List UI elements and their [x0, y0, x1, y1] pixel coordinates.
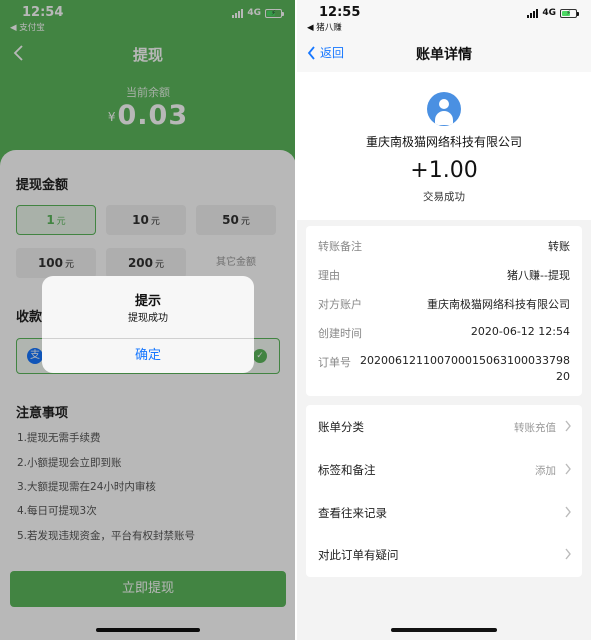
- status-time: 12:55: [319, 5, 361, 20]
- menu-label: 对此订单有疑问: [318, 548, 399, 562]
- menu-label: 查看往来记录: [318, 506, 387, 520]
- bill-actions-card: 账单分类 转账充值 标签和备注 添加 查看往来记录 对此订单有疑问: [306, 405, 582, 577]
- status-bar: 12:55 ◀ 猪八赚 4G ⚡: [297, 0, 591, 34]
- detail-value: 转账: [548, 240, 570, 253]
- chevron-right-icon: [565, 463, 571, 475]
- chevron-right-icon: [565, 420, 571, 432]
- detail-label: 订单号: [318, 356, 351, 369]
- withdraw-screen: 12:54 ◀ 支付宝 4G ⚡ 提现 当前余额 ¥0.03 提现金额 1元 1…: [0, 0, 296, 640]
- order-number: 2020061211007000150631000337​9820: [360, 354, 570, 383]
- status-indicators: 4G ⚡: [527, 8, 579, 18]
- menu-value: 转账充值: [514, 422, 556, 434]
- transaction-amount: +1.00: [410, 158, 478, 183]
- detail-label: 转账备注: [318, 240, 362, 253]
- detail-value: 猪八赚--提现: [507, 269, 570, 282]
- detail-label: 对方账户: [318, 298, 362, 311]
- dialog-title: 提示: [134, 294, 161, 309]
- chevron-right-icon: [565, 548, 571, 560]
- page-title: 账单详情: [416, 47, 472, 63]
- menu-item-category[interactable]: 账单分类 转账充值: [306, 405, 582, 447]
- menu-item-tags-notes[interactable]: 标签和备注 添加: [306, 448, 582, 490]
- signal-icon: [527, 8, 539, 18]
- counterparty-name: 重庆南极猫网络科技有限公司: [365, 135, 522, 149]
- status-back-app[interactable]: ◀ 猪八赚: [307, 21, 342, 33]
- menu-item-history[interactable]: 查看往来记录: [306, 491, 582, 533]
- chevron-right-icon: [565, 506, 571, 518]
- menu-label: 账单分类: [318, 420, 364, 434]
- user-avatar-icon: [427, 92, 461, 126]
- transaction-status: 交易成功: [423, 191, 465, 203]
- dialog-confirm-button[interactable]: 确定: [42, 339, 254, 373]
- nav-bar: 返回 账单详情: [297, 34, 591, 72]
- detail-label: 创建时间: [318, 327, 362, 340]
- detail-value: 2020-06-12 12:54: [470, 325, 570, 338]
- home-indicator[interactable]: [391, 628, 497, 632]
- dialog-message: 提现成功: [128, 313, 168, 324]
- network-label: 4G: [542, 8, 556, 18]
- detail-value: 重庆南极猫网络科技有限公司: [427, 298, 570, 311]
- bill-details-card: 转账备注 转账 理由 猪八赚--提现 对方账户 重庆南极猫网络科技有限公司 创建…: [306, 226, 582, 396]
- detail-label: 理由: [318, 269, 340, 282]
- menu-item-question[interactable]: 对此订单有疑问: [306, 533, 582, 575]
- battery-icon: ⚡: [560, 8, 579, 18]
- menu-label: 标签和备注: [318, 463, 376, 477]
- alert-dialog: 提示 提现成功 确定: [42, 276, 254, 373]
- menu-value: 添加: [535, 465, 556, 477]
